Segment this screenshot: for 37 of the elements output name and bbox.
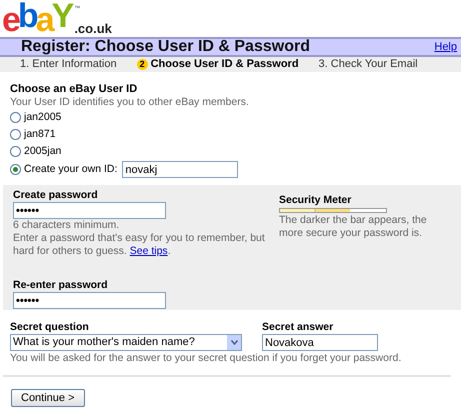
help-text: Enter a password that's easy for you to remember, but hard for others to guess. See tips. (13, 232, 266, 258)
password-field[interactable]: •••••• (13, 292, 166, 309)
continue-button[interactable]: Continue > (11, 389, 85, 407)
user-id-field[interactable]: novakj (122, 161, 238, 178)
logo-letter: b (18, 0, 36, 33)
step-label: Choose User ID & Password (150, 57, 299, 72)
logo-letter: Y (52, 0, 72, 33)
logo-domain: .co.uk (74, 22, 112, 35)
see-tips-link[interactable]: See tips (130, 245, 168, 257)
question-dropdown[interactable]: What is your mother's maiden name? (10, 334, 242, 351)
field-label: Re-enter password (13, 279, 109, 292)
hint-text: 6 characters minimum. (13, 219, 120, 232)
password-field[interactable]: •••••• (13, 202, 166, 219)
field-label: Create password (13, 189, 99, 202)
option-label: 2005jan (24, 144, 62, 159)
radio-button[interactable] (10, 146, 21, 157)
option-label: jan2005 (24, 110, 62, 125)
hint-text: You will be asked for the answer to your secret question if you forget your password. (10, 352, 402, 365)
option-label: Create your own ID: (24, 162, 118, 177)
logo-letter: e (2, 3, 18, 37)
radio-button[interactable] (10, 129, 21, 140)
answer-field[interactable]: Novakova (262, 334, 378, 351)
radio-button[interactable] (10, 112, 21, 123)
help-link[interactable]: Help (434, 38, 457, 56)
radio-button[interactable] (10, 164, 21, 175)
field-label: Secret question (10, 321, 90, 334)
hint-text: The darker the bar appears, the more secure your password is. (279, 214, 428, 240)
page-title: Register: Choose User ID & Password (21, 39, 310, 55)
field-label: Security Meter (279, 194, 352, 207)
step-label: 3. Check Your Email (318, 57, 418, 72)
hint-text: Your User ID identifies you to other eBay members. (10, 96, 250, 109)
step-label: 1. Enter Information (20, 57, 117, 72)
step-number: 2 (136, 59, 148, 70)
section-heading: Choose an eBay User ID (10, 83, 138, 96)
field-label: Secret answer (262, 321, 334, 334)
option-label: jan871 (24, 126, 56, 142)
logo-letter: a (36, 3, 52, 37)
